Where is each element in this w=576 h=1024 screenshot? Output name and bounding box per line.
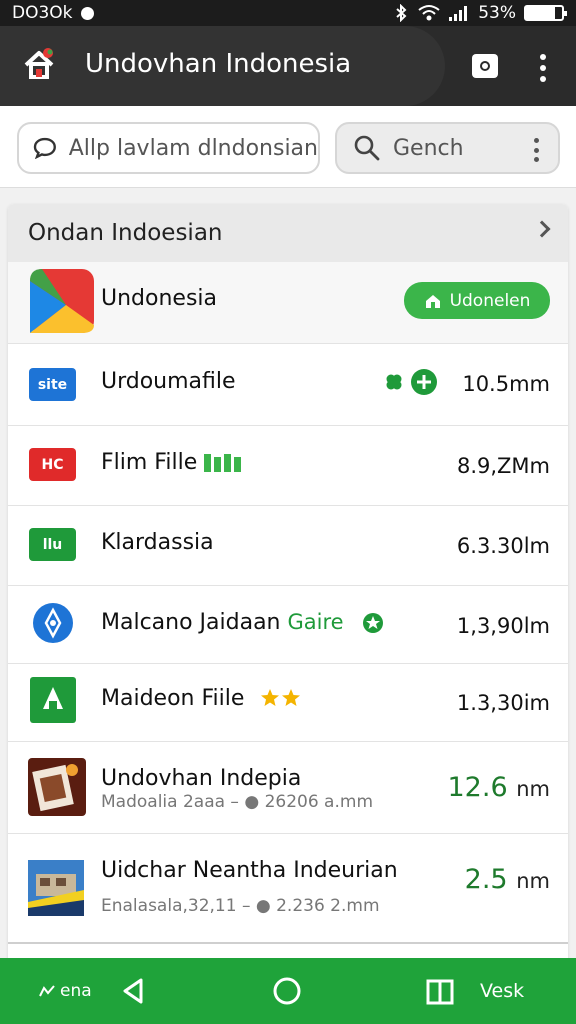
photo-thumbnail-icon [28,758,86,816]
home-icon[interactable] [273,977,301,1005]
app-title: Undovhan Indonesia [85,49,352,79]
drive-file-icon [30,677,76,723]
file-size: 2.5 nm [464,864,550,895]
stars-icon [261,689,300,706]
file-title: Uidchar Neantha Indeurian [101,858,398,883]
file-title: Urdoumafile [101,369,236,394]
featured-action-label: Udonelen [449,290,531,311]
clover-icon [386,374,402,390]
document-file-icon: llu [29,528,76,561]
search-button[interactable]: Gench [335,122,560,174]
file-tag: Gaire [287,610,344,634]
green-bars-icon [204,454,241,472]
notification-icon [80,6,94,20]
search-button-label: Gench [393,135,464,161]
nav-right-label: Vesk [480,980,525,1002]
file-size: 8.9,ZMm [456,454,550,478]
battery-percent: 53% [478,3,516,23]
status-time: DO3Ok [12,3,73,23]
file-row[interactable]: site Urdoumafile 10.5mm [8,344,568,426]
section-title: Ondan Indoesian [28,220,223,246]
site-file-icon: site [29,368,76,401]
status-bar: DO3Ok 53% [0,0,576,26]
file-size: 12.6 nm [447,772,551,803]
home-logo-icon[interactable] [22,47,56,81]
landscape-thumbnail-icon [28,860,84,916]
battery-icon [524,5,567,21]
search-row: Allp lavlam dlndonsian Gench [0,106,576,188]
play-store-icon [30,269,94,333]
nav-right-item[interactable]: Vesk [480,958,524,1024]
file-row[interactable]: Maideon Fiile 1.3,30im [8,664,568,742]
file-title: Klardassia [101,530,214,555]
file-size: 10.5mm [462,372,550,396]
file-subtitle: Madoalia 2aaa – ● 26206 a.mm [101,792,373,812]
badge-icon [363,613,383,633]
search-icon [354,135,380,161]
file-title: Undovhan Indepia [101,766,302,791]
file-row[interactable]: Undovhan Indepia Madoalia 2aaa – ● 26206… [8,742,568,834]
file-title: Flim Fille [101,450,198,475]
compass-icon [33,603,73,643]
signal-icon [449,6,468,21]
featured-action-button[interactable]: Udonelen [404,282,550,319]
file-size: 1,3,90lm [456,614,550,638]
chat-bubble-icon [33,137,56,159]
add-circle-icon[interactable] [410,368,438,396]
file-size: 1.3,30im [456,691,550,715]
bluetooth-icon [396,4,407,22]
featured-title: Undonesia [101,286,218,311]
recents-icon[interactable] [426,979,454,1005]
wifi-icon [418,5,440,21]
video-file-icon: HC [29,448,76,481]
file-row[interactable]: llu Klardassia 6.3.30lm [8,506,568,586]
home-small-icon [425,294,440,308]
file-list: Ondan Indoesian Undonesia Udonelen site … [8,204,568,964]
featured-row[interactable]: Undonesia Udonelen [8,262,568,344]
file-title: Malcano Jaidaan Gaire [101,610,344,635]
file-row[interactable]: Uidchar Neantha Indeurian Enalasala,32,1… [8,834,568,944]
section-header[interactable]: Ondan Indoesian [8,204,568,262]
signal-small-icon [39,985,55,997]
file-title: Maideon Fiile [101,686,245,711]
file-row[interactable]: Malcano Jaidaan Gaire 1,3,90lm [8,586,568,664]
search-options-icon[interactable] [534,138,540,162]
chevron-right-icon [533,220,551,238]
back-icon[interactable] [121,978,145,1004]
search-input[interactable]: Allp lavlam dlndonsian [17,122,320,174]
search-input-value: Allp lavlam dlndonsian [68,135,318,161]
nav-left-label: ena [60,981,92,1001]
file-row[interactable]: HC Flim Fille 8.9,ZMm [8,426,568,506]
bottom-navigation: ena Vesk [0,958,576,1024]
nav-left-item[interactable]: ena [38,958,92,1024]
file-size: 6.3.30lm [456,534,550,558]
overflow-menu-icon[interactable] [539,54,547,82]
camera-icon[interactable] [472,54,498,78]
file-subtitle: Enalasala,32,11 – ● 2.236 2.mm [101,896,380,916]
